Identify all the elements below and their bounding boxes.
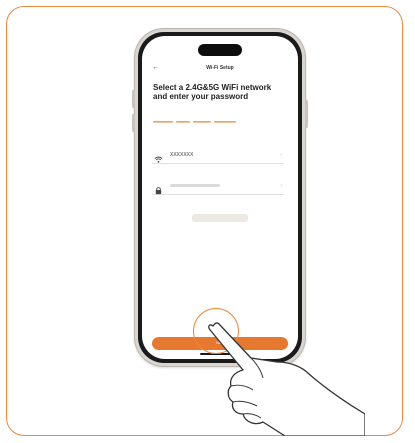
password-placeholder <box>170 184 220 187</box>
setup-heading: Select a 2.4G&5G WiFi network and enter … <box>153 83 272 101</box>
lock-icon <box>154 182 163 195</box>
page-title: Wi-Fi Setup <box>206 65 234 71</box>
phone-side-button <box>132 114 135 132</box>
alternate-option-button[interactable] <box>192 214 248 222</box>
hint-text-lines <box>153 121 236 123</box>
chevron-right-icon: › <box>280 152 282 158</box>
top-bar: ← Wi-Fi Setup <box>142 61 298 75</box>
eye-icon[interactable]: › <box>280 183 282 189</box>
password-field[interactable]: › <box>152 181 284 195</box>
wifi-network-field[interactable]: XXXXXXX › <box>152 150 284 164</box>
pointing-hand-icon <box>208 322 365 436</box>
hint-text <box>153 120 238 125</box>
phone-power-button <box>305 100 308 128</box>
wifi-icon <box>154 151 163 163</box>
phone-side-button <box>132 90 135 108</box>
dynamic-island <box>198 44 242 56</box>
wifi-network-value: XXXXXXX <box>170 152 194 158</box>
